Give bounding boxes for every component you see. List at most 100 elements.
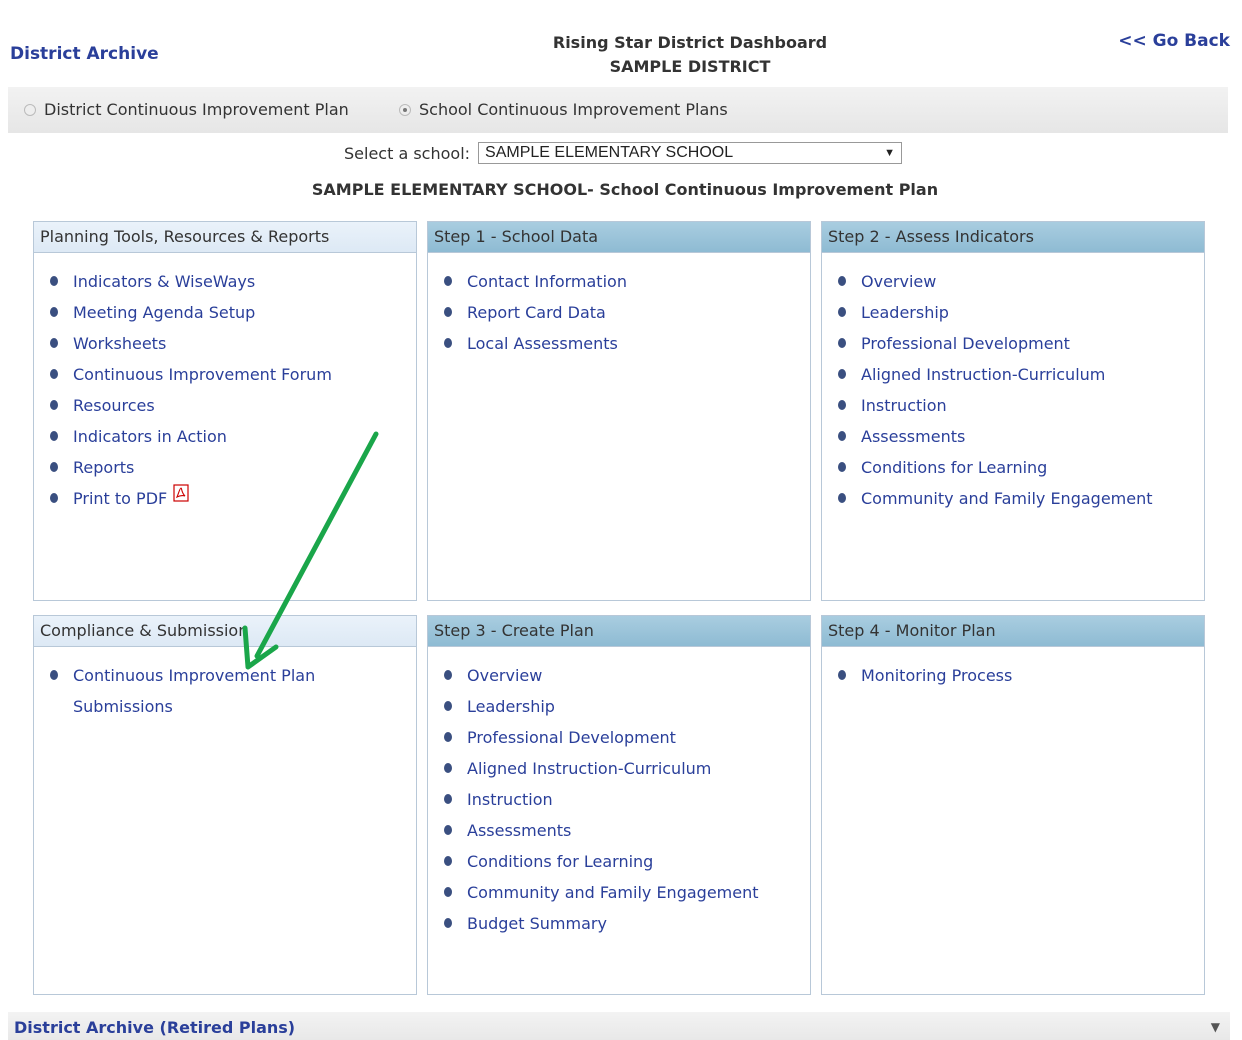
- bullet-icon: [444, 670, 452, 680]
- step3-header: Step 3 - Create Plan: [428, 616, 810, 647]
- step2-instruction-link[interactable]: Instruction: [861, 395, 947, 417]
- step3-budget-summary-link[interactable]: Budget Summary: [467, 913, 607, 935]
- step2-header: Step 2 - Assess Indicators: [822, 222, 1204, 253]
- report-card-data-link[interactable]: Report Card Data: [467, 302, 606, 324]
- list-item: Leadership: [444, 696, 810, 727]
- page-title: Rising Star District Dashboard: [552, 33, 828, 52]
- district-archive-link[interactable]: District Archive: [10, 44, 159, 64]
- list-item: Leadership: [838, 302, 1204, 333]
- district-plan-label: District Continuous Improvement Plan: [44, 100, 349, 119]
- list-item: Reports: [50, 457, 416, 488]
- step3-list: Overview Leadership Professional Develop…: [428, 647, 810, 944]
- print-pdf-link[interactable]: Print to PDF: [73, 488, 167, 510]
- step2-list: Overview Leadership Professional Develop…: [822, 253, 1204, 519]
- school-plan-option[interactable]: School Continuous Improvement Plans: [399, 100, 728, 119]
- district-archive-retired-label: District Archive (Retired Plans): [14, 1018, 296, 1037]
- step3-panel: Step 3 - Create Plan Overview Leadership…: [427, 615, 811, 995]
- pdf-icon[interactable]: [173, 484, 189, 502]
- list-item: Community and Family Engagement: [444, 882, 810, 913]
- indicators-in-action-link[interactable]: Indicators in Action: [73, 426, 227, 448]
- monitoring-process-link[interactable]: Monitoring Process: [861, 665, 1012, 687]
- bullet-icon: [444, 763, 452, 773]
- step4-panel: Step 4 - Monitor Plan Monitoring Process: [821, 615, 1205, 995]
- school-plan-radio[interactable]: [399, 103, 411, 116]
- step2-overview-link[interactable]: Overview: [861, 271, 936, 293]
- ci-plan-submissions-line2: Submissions: [73, 697, 173, 716]
- compliance-list: Continuous Improvement Plan Submissions: [34, 647, 416, 727]
- list-item: Professional Development: [444, 727, 810, 758]
- worksheets-link[interactable]: Worksheets: [73, 333, 166, 355]
- list-item: Budget Summary: [444, 913, 810, 944]
- bullet-icon: [444, 856, 452, 866]
- bullet-icon: [444, 307, 452, 317]
- expand-arrow-icon[interactable]: ▼: [1211, 1020, 1220, 1034]
- list-item: Instruction: [838, 395, 1204, 426]
- step2-leadership-link[interactable]: Leadership: [861, 302, 949, 324]
- list-item: Aligned Instruction-Curriculum: [838, 364, 1204, 395]
- step1-panel: Step 1 - School Data Contact Information…: [427, 221, 811, 601]
- bullet-icon: [444, 825, 452, 835]
- school-plan-label: School Continuous Improvement Plans: [419, 100, 728, 119]
- ci-forum-link[interactable]: Continuous Improvement Forum: [73, 364, 332, 386]
- step1-header: Step 1 - School Data: [428, 222, 810, 253]
- district-plan-radio[interactable]: [24, 103, 36, 116]
- bullet-icon: [50, 400, 58, 410]
- district-archive-retired-bar[interactable]: District Archive (Retired Plans) ▼: [8, 1012, 1230, 1040]
- step2-community-link[interactable]: Community and Family Engagement: [861, 488, 1153, 510]
- step3-aligned-instruction-link[interactable]: Aligned Instruction-Curriculum: [467, 758, 711, 780]
- compliance-header: Compliance & Submission: [34, 616, 416, 647]
- meeting-agenda-link[interactable]: Meeting Agenda Setup: [73, 302, 255, 324]
- step2-professional-development-link[interactable]: Professional Development: [861, 333, 1070, 355]
- planning-tools-header: Planning Tools, Resources & Reports: [34, 222, 416, 253]
- step3-professional-development-link[interactable]: Professional Development: [467, 727, 676, 749]
- list-item: Report Card Data: [444, 302, 810, 333]
- step3-instruction-link[interactable]: Instruction: [467, 789, 553, 811]
- reports-link[interactable]: Reports: [73, 457, 134, 479]
- list-item: Meeting Agenda Setup: [50, 302, 416, 333]
- bullet-icon: [838, 338, 846, 348]
- go-back-link[interactable]: << Go Back: [1118, 31, 1230, 51]
- step3-conditions-link[interactable]: Conditions for Learning: [467, 851, 653, 873]
- list-item: Continuous Improvement Forum: [50, 364, 416, 395]
- ci-plan-submissions-line1: Continuous Improvement Plan: [73, 666, 316, 685]
- bullet-icon: [838, 307, 846, 317]
- plan-title: SAMPLE ELEMENTARY SCHOOL- School Continu…: [311, 180, 939, 199]
- bullet-icon: [50, 276, 58, 286]
- ci-plan-submissions-link[interactable]: Continuous Improvement Plan Submissions: [73, 660, 315, 722]
- bullet-icon: [444, 918, 452, 928]
- step3-overview-link[interactable]: Overview: [467, 665, 542, 687]
- list-item: Instruction: [444, 789, 810, 820]
- district-plan-option[interactable]: District Continuous Improvement Plan: [24, 100, 349, 119]
- resources-link[interactable]: Resources: [73, 395, 155, 417]
- list-item: Overview: [444, 665, 810, 696]
- step2-aligned-instruction-link[interactable]: Aligned Instruction-Curriculum: [861, 364, 1105, 386]
- list-item: Conditions for Learning: [444, 851, 810, 882]
- list-item: Community and Family Engagement: [838, 488, 1204, 519]
- local-assessments-link[interactable]: Local Assessments: [467, 333, 618, 355]
- step2-assessments-link[interactable]: Assessments: [861, 426, 965, 448]
- step2-conditions-link[interactable]: Conditions for Learning: [861, 457, 1047, 479]
- district-name: SAMPLE DISTRICT: [609, 57, 771, 76]
- list-item: Overview: [838, 271, 1204, 302]
- step4-header: Step 4 - Monitor Plan: [822, 616, 1204, 647]
- contact-information-link[interactable]: Contact Information: [467, 271, 627, 293]
- compliance-panel: Compliance & Submission Continuous Impro…: [33, 615, 417, 995]
- step3-leadership-link[interactable]: Leadership: [467, 696, 555, 718]
- step2-panel: Step 2 - Assess Indicators Overview Lead…: [821, 221, 1205, 601]
- step3-community-link[interactable]: Community and Family Engagement: [467, 882, 759, 904]
- indicators-wiseways-link[interactable]: Indicators & WiseWays: [73, 271, 255, 293]
- list-item: Contact Information: [444, 271, 810, 302]
- step3-assessments-link[interactable]: Assessments: [467, 820, 571, 842]
- list-item: Indicators & WiseWays: [50, 271, 416, 302]
- bullet-icon: [444, 794, 452, 804]
- bullet-icon: [838, 462, 846, 472]
- school-select-value: SAMPLE ELEMENTARY SCHOOL: [485, 144, 734, 161]
- bullet-icon: [50, 431, 58, 441]
- dashboard-page: District Archive Rising Star District Da…: [0, 0, 1242, 1040]
- list-item: Continuous Improvement Plan Submissions: [50, 665, 416, 727]
- school-select[interactable]: SAMPLE ELEMENTARY SCHOOL ▼: [478, 142, 903, 164]
- bullet-icon: [444, 338, 452, 348]
- bullet-icon: [838, 400, 846, 410]
- bullet-icon: [838, 670, 846, 680]
- bullet-icon: [50, 369, 58, 379]
